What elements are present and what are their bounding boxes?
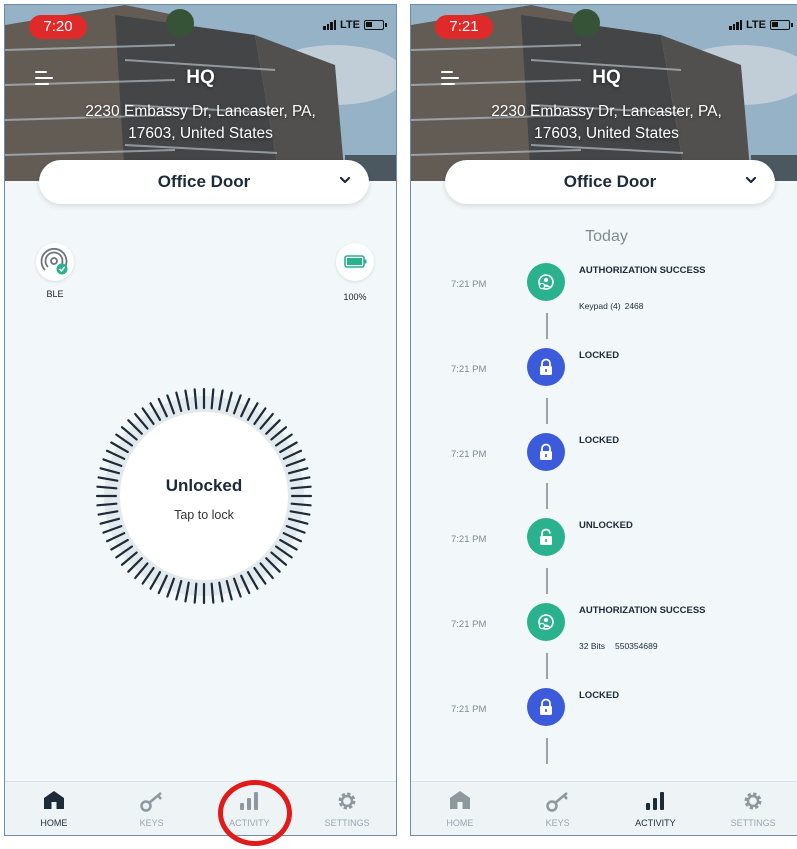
- home-screen: 7:20 LTE HQ 2230 Embassy Dr, Lancaster, …: [4, 4, 397, 836]
- gear-icon: [338, 792, 356, 810]
- site-title: HQ: [186, 67, 215, 88]
- nav-keys[interactable]: KEYS: [509, 782, 607, 835]
- activity-item[interactable]: 7:21 PM LOCKED: [411, 433, 797, 473]
- key-icon: [139, 792, 162, 812]
- status-time: 7:21: [435, 15, 493, 39]
- lock-hint-label: Tap to lock: [174, 508, 234, 522]
- gear-icon: [744, 792, 762, 810]
- address-line-2: 17603, United States: [128, 125, 273, 142]
- lock-toggle-button[interactable]: Unlocked Tap to lock: [120, 412, 288, 580]
- activity-bars-icon: [646, 792, 665, 810]
- activity-time: 7:21 PM: [451, 704, 487, 715]
- authorization-icon: [527, 603, 565, 641]
- activity-title: AUTHORIZATION SUCCESS: [579, 265, 706, 276]
- nav-keys-label: KEYS: [139, 818, 164, 828]
- activity-screen: 7:21 LTE HQ 2230 Embassy Dr, Lancaster, …: [410, 4, 797, 836]
- timeline-connector: [546, 483, 548, 509]
- battery-level-label: 100%: [343, 292, 367, 302]
- activity-title: AUTHORIZATION SUCCESS: [579, 605, 706, 616]
- status-indicators: LTE: [729, 19, 793, 31]
- ble-button[interactable]: [36, 243, 74, 281]
- signal-icon: [323, 20, 337, 30]
- network-label: LTE: [340, 19, 360, 31]
- nav-home-label: HOME: [40, 818, 68, 828]
- address-line-1: 2230 Embassy Dr, Lancaster, PA,: [85, 103, 316, 120]
- activity-item[interactable]: 7:21 PM AUTHORIZATION SUCCESS 32 Bits 550…: [411, 603, 797, 651]
- nav-activity[interactable]: ACTIVITY: [607, 782, 705, 835]
- status-indicators: LTE: [323, 19, 387, 31]
- activity-time: 7:21 PM: [451, 534, 487, 545]
- activity-title: UNLOCKED: [579, 520, 633, 531]
- timeline-connector: [546, 398, 548, 424]
- nav-keys[interactable]: KEYS: [103, 782, 201, 835]
- activity-time: 7:21 PM: [451, 364, 487, 375]
- nav-settings[interactable]: SETTINGS: [298, 782, 396, 835]
- bottom-nav: HOME KEYS ACTIVITY SETTINGS: [411, 781, 797, 835]
- nav-keys-label: KEYS: [545, 818, 570, 828]
- ble-signal-icon: [40, 247, 68, 275]
- home-icon: [449, 791, 470, 809]
- activity-detail: 32 Bits 550354689: [579, 641, 658, 651]
- battery-status-icon: [364, 20, 387, 30]
- section-header-today: Today: [585, 228, 628, 245]
- battery-button[interactable]: [336, 243, 374, 281]
- door-selector[interactable]: Office Door: [39, 160, 369, 204]
- door-selector-label: Office Door: [157, 172, 251, 191]
- activity-detail-code: 550354689: [615, 641, 658, 651]
- nav-settings-label: SETTINGS: [324, 818, 370, 828]
- site-address: 2230 Embassy Dr, Lancaster, PA, 17603, U…: [451, 101, 762, 145]
- signal-icon: [729, 20, 743, 30]
- activity-highlight-circle: [218, 780, 292, 846]
- lock-state-label: Unlocked: [165, 476, 243, 495]
- locked-icon: [527, 348, 565, 386]
- nav-activity-label: ACTIVITY: [635, 818, 676, 828]
- timeline-connector: [546, 653, 548, 679]
- site-title: HQ: [592, 67, 621, 88]
- battery-level-icon: [344, 255, 367, 268]
- battery-status-icon: [770, 20, 793, 30]
- locked-icon: [527, 433, 565, 471]
- activity-item[interactable]: 7:21 PM AUTHORIZATION SUCCESS Keypad (4)…: [411, 263, 797, 311]
- activity-item[interactable]: 7:21 PM UNLOCKED: [411, 518, 797, 558]
- key-icon: [545, 792, 568, 812]
- bottom-nav: HOME KEYS ACTIVITY SETTINGS: [5, 781, 396, 835]
- site-address: 2230 Embassy Dr, Lancaster, PA, 17603, U…: [45, 101, 356, 145]
- address-line-2: 17603, United States: [534, 125, 679, 142]
- home-icon: [43, 791, 64, 809]
- door-selector[interactable]: Office Door: [445, 160, 775, 204]
- activity-detail-source: 32 Bits: [579, 641, 605, 651]
- chevron-down-icon: [745, 176, 757, 184]
- unlocked-icon: [527, 518, 565, 556]
- activity-detail-source: Keypad (4): [579, 301, 621, 311]
- chevron-down-icon: [339, 176, 351, 184]
- network-label: LTE: [746, 19, 766, 31]
- nav-home-label: HOME: [446, 818, 474, 828]
- timeline-connector: [546, 568, 548, 594]
- nav-settings-label: SETTINGS: [730, 818, 776, 828]
- nav-settings[interactable]: SETTINGS: [704, 782, 797, 835]
- timeline-connector: [546, 738, 548, 764]
- nav-home[interactable]: HOME: [411, 782, 509, 835]
- locked-icon: [527, 688, 565, 726]
- activity-title: LOCKED: [579, 435, 620, 446]
- activity-title: LOCKED: [579, 350, 620, 361]
- status-time: 7:20: [29, 15, 87, 39]
- activity-detail-code: 2468: [624, 301, 644, 311]
- address-line-1: 2230 Embassy Dr, Lancaster, PA,: [491, 103, 722, 120]
- activity-item[interactable]: 7:21 PM LOCKED: [411, 348, 797, 388]
- activity-time: 7:21 PM: [451, 619, 487, 630]
- timeline-connector: [546, 313, 548, 339]
- authorization-icon: [527, 263, 565, 301]
- activity-detail: Keypad (4) 2468: [579, 301, 644, 311]
- ble-label: BLE: [46, 289, 64, 299]
- activity-time: 7:21 PM: [451, 449, 487, 460]
- activity-title: LOCKED: [579, 690, 620, 701]
- activity-item[interactable]: 7:21 PM LOCKED: [411, 688, 797, 728]
- nav-home[interactable]: HOME: [5, 782, 103, 835]
- activity-time: 7:21 PM: [451, 279, 487, 290]
- door-selector-label: Office Door: [563, 172, 657, 191]
